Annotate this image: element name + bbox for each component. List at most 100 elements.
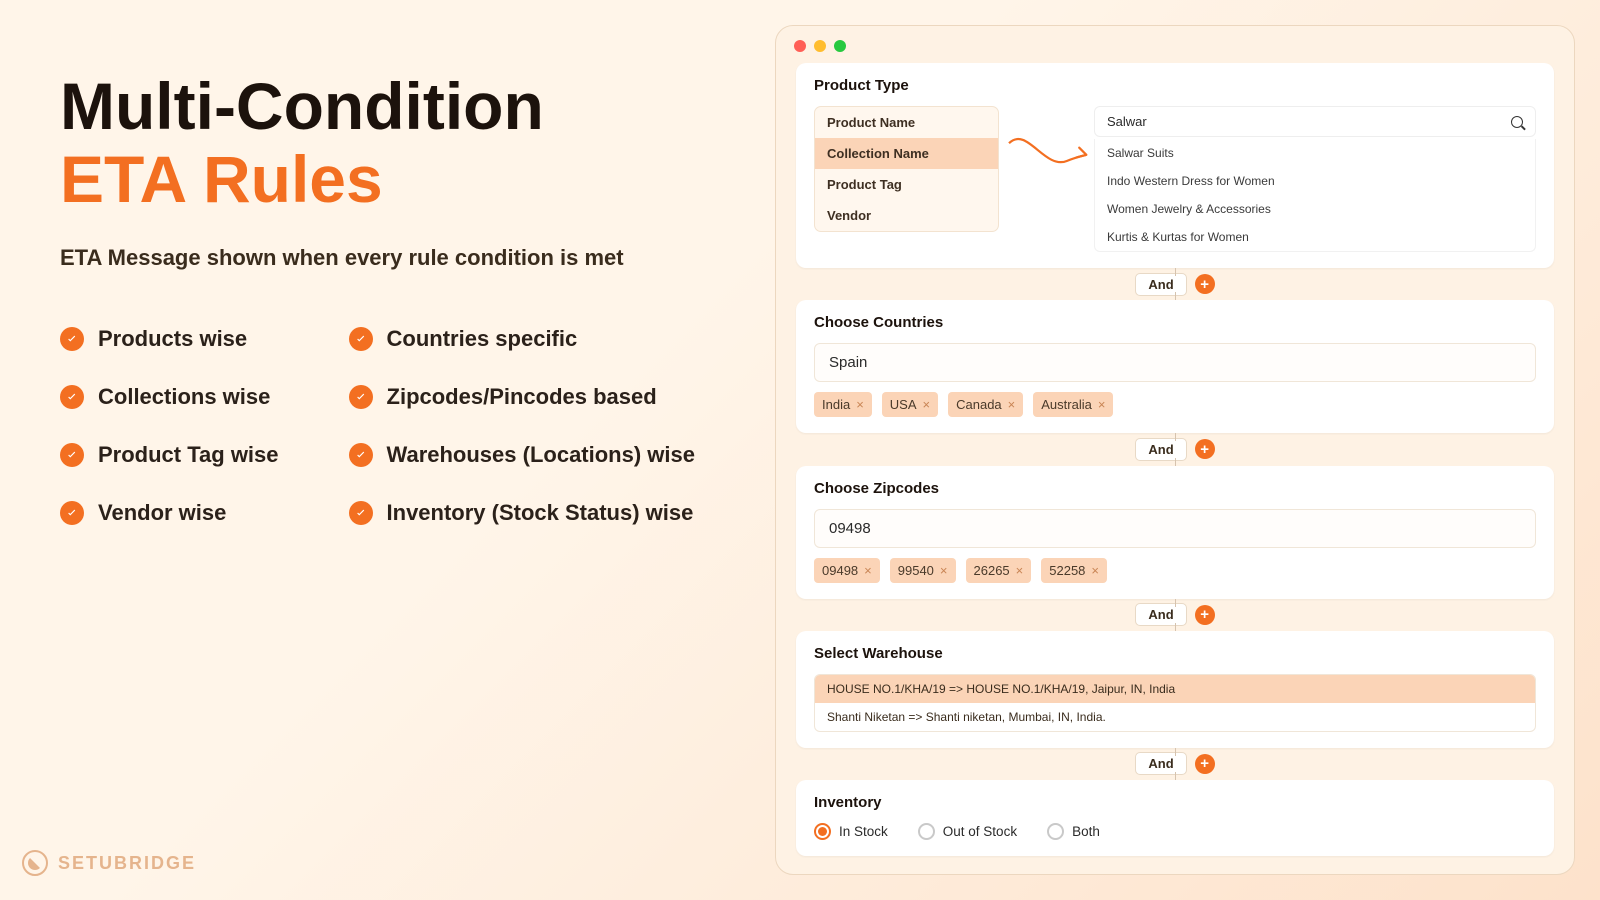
product-type-tab-list: Product NameCollection NameProduct TagVe… [814, 106, 999, 232]
card-inventory: Inventory In Stock Out of Stock Both [796, 780, 1554, 856]
card-title-countries: Choose Countries [814, 314, 1536, 331]
product-type-tab[interactable]: Product Name [815, 107, 998, 138]
feature-item: Zipcodes/Pincodes based [349, 384, 695, 410]
chip-remove-icon[interactable]: × [940, 563, 948, 578]
add-condition-button[interactable]: + [1195, 274, 1215, 294]
zipcode-chip[interactable]: 99540× [890, 558, 956, 583]
suggestion-item[interactable]: Kurtis & Kurtas for Women [1095, 223, 1535, 251]
rule-connector: And + [796, 268, 1554, 300]
and-operator-button[interactable]: And [1135, 438, 1186, 461]
zipcode-chip[interactable]: 26265× [966, 558, 1032, 583]
zoom-dot-icon[interactable] [834, 40, 846, 52]
country-input[interactable]: Spain [814, 343, 1536, 382]
chip-remove-icon[interactable]: × [1008, 397, 1016, 412]
card-zipcodes: Choose Zipcodes 09498 09498× 99540× 26265×… [796, 466, 1554, 599]
feature-label: Countries specific [387, 326, 578, 352]
brand-footer: SETUBRIDGE [22, 850, 196, 876]
feature-item: Products wise [60, 326, 279, 352]
feature-item: Countries specific [349, 326, 695, 352]
zipcode-chip-list: 09498× 99540× 26265× 52258× [814, 558, 1536, 583]
radio-label: Both [1072, 824, 1100, 839]
zipcode-chip[interactable]: 52258× [1041, 558, 1107, 583]
chip-remove-icon[interactable]: × [1091, 563, 1099, 578]
country-chip-list: India× USA× Canada× Australia× [814, 392, 1536, 417]
chip-remove-icon[interactable]: × [1016, 563, 1024, 578]
card-title-warehouse: Select Warehouse [814, 645, 1536, 662]
feature-list: Products wise Collections wise Product Tag… [60, 326, 730, 526]
suggestion-item[interactable]: Women Jewelry & Accessories [1095, 195, 1535, 223]
rule-connector: And + [796, 433, 1554, 465]
radio-icon [814, 823, 831, 840]
suggestion-item[interactable]: Indo Western Dress for Women [1095, 167, 1535, 195]
add-condition-button[interactable]: + [1195, 439, 1215, 459]
product-type-tab[interactable]: Product Tag [815, 169, 998, 200]
add-condition-button[interactable]: + [1195, 605, 1215, 625]
radio-label: Out of Stock [943, 824, 1017, 839]
curved-arrow-icon [999, 106, 1094, 216]
feature-label: Collections wise [98, 384, 270, 410]
country-chip[interactable]: USA× [882, 392, 938, 417]
check-icon [349, 443, 373, 467]
card-product-type: Product Type Product NameCollection Name… [796, 63, 1554, 268]
feature-label: Inventory (Stock Status) wise [387, 500, 694, 526]
search-input-value: Salwar [1107, 114, 1147, 129]
card-title-zipcodes: Choose Zipcodes [814, 480, 1536, 497]
brand-logo-icon [22, 850, 48, 876]
tagline: ETA Message shown when every rule condit… [60, 245, 730, 271]
check-icon [60, 385, 84, 409]
feature-item: Collections wise [60, 384, 279, 410]
chip-remove-icon[interactable]: × [864, 563, 872, 578]
product-type-tab[interactable]: Vendor [815, 200, 998, 231]
close-dot-icon[interactable] [794, 40, 806, 52]
feature-item: Warehouses (Locations) wise [349, 442, 695, 468]
chip-remove-icon[interactable]: × [923, 397, 931, 412]
check-icon [349, 327, 373, 351]
country-chip[interactable]: Australia× [1033, 392, 1113, 417]
zipcode-chip[interactable]: 09498× [814, 558, 880, 583]
product-type-suggestions: Salwar SuitsIndo Western Dress for Women… [1094, 139, 1536, 252]
feature-label: Vendor wise [98, 500, 226, 526]
feature-label: Products wise [98, 326, 247, 352]
check-icon [349, 385, 373, 409]
and-operator-button[interactable]: And [1135, 603, 1186, 626]
card-countries: Choose Countries Spain India× USA× Canada×… [796, 300, 1554, 433]
minimize-dot-icon[interactable] [814, 40, 826, 52]
brand-name: SETUBRIDGE [58, 853, 196, 874]
country-chip[interactable]: Canada× [948, 392, 1023, 417]
feature-item: Vendor wise [60, 500, 279, 526]
feature-item: Inventory (Stock Status) wise [349, 500, 695, 526]
card-title-inventory: Inventory [814, 794, 1536, 811]
chip-remove-icon[interactable]: × [856, 397, 864, 412]
add-condition-button[interactable]: + [1195, 754, 1215, 774]
rule-connector: And + [796, 748, 1554, 780]
headline-line1: Multi-Condition [60, 70, 730, 143]
product-type-tab[interactable]: Collection Name [815, 138, 998, 169]
rule-connector: And + [796, 599, 1554, 631]
zipcode-input[interactable]: 09498 [814, 509, 1536, 548]
inventory-radio-option[interactable]: Out of Stock [918, 823, 1017, 840]
check-icon [60, 501, 84, 525]
radio-icon [1047, 823, 1064, 840]
country-chip[interactable]: India× [814, 392, 872, 417]
inventory-radio-option[interactable]: In Stock [814, 823, 888, 840]
and-operator-button[interactable]: And [1135, 273, 1186, 296]
inventory-radio-group: In Stock Out of Stock Both [814, 823, 1536, 840]
app-window: Product Type Product NameCollection Name… [775, 25, 1575, 875]
card-warehouse: Select Warehouse HOUSE NO.1/KHA/19 => HO… [796, 631, 1554, 748]
check-icon [60, 443, 84, 467]
warehouse-item[interactable]: Shanti Niketan => Shanti niketan, Mumbai… [815, 703, 1535, 731]
feature-item: Product Tag wise [60, 442, 279, 468]
check-icon [349, 501, 373, 525]
radio-label: In Stock [839, 824, 888, 839]
and-operator-button[interactable]: And [1135, 752, 1186, 775]
radio-icon [918, 823, 935, 840]
warehouse-list: HOUSE NO.1/KHA/19 => HOUSE NO.1/KHA/19, … [814, 674, 1536, 732]
product-type-search-input[interactable]: Salwar [1094, 106, 1536, 137]
feature-label: Warehouses (Locations) wise [387, 442, 695, 468]
inventory-radio-option[interactable]: Both [1047, 823, 1100, 840]
chip-remove-icon[interactable]: × [1098, 397, 1106, 412]
warehouse-item[interactable]: HOUSE NO.1/KHA/19 => HOUSE NO.1/KHA/19, … [815, 675, 1535, 703]
feature-label: Zipcodes/Pincodes based [387, 384, 657, 410]
suggestion-item[interactable]: Salwar Suits [1095, 139, 1535, 167]
feature-label: Product Tag wise [98, 442, 279, 468]
